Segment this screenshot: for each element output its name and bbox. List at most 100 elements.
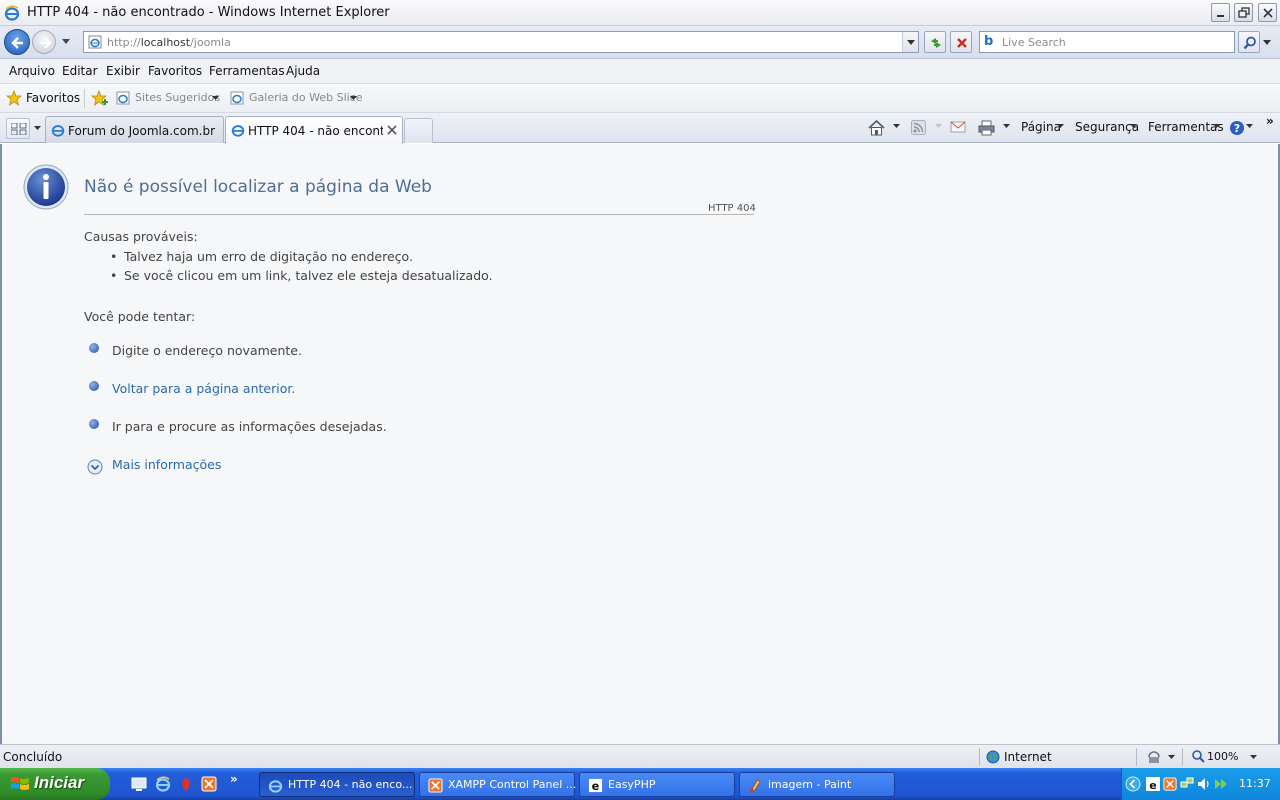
chevron-down-icon: [907, 40, 915, 45]
security-zone[interactable]: Internet: [1004, 750, 1052, 764]
close-window-button[interactable]: [1258, 3, 1277, 22]
svg-text:?: ?: [1234, 122, 1240, 135]
more-information-link[interactable]: Mais informações: [112, 457, 221, 472]
print-icon[interactable]: [978, 120, 995, 136]
star-icon[interactable]: [6, 90, 22, 106]
ie-page-icon: [230, 91, 244, 105]
menu-exibir[interactable]: Exibir: [106, 64, 140, 78]
back-button[interactable]: [4, 29, 30, 55]
task-ie-http-404[interactable]: HTTP 404 - não enco...: [259, 772, 415, 797]
command-bar-overflow-button[interactable]: »: [1266, 114, 1274, 128]
taskbar: Iniciar » HTTP 404 - não enco... XAMPP C…: [0, 768, 1280, 800]
expand-chevron-icon[interactable]: [87, 459, 103, 475]
xampp-icon[interactable]: [201, 776, 217, 792]
task-label: XAMPP Control Panel ...: [448, 778, 577, 791]
read-mail-icon[interactable]: [950, 120, 966, 134]
cause-item: Se você clicou em um link, talvez ele es…: [110, 268, 493, 283]
sites-sugeridos-link[interactable]: Sites Sugeridos: [135, 91, 220, 104]
chevron-down-icon[interactable]: [1057, 124, 1064, 129]
close-tab-icon[interactable]: [387, 125, 397, 135]
chevron-down-icon[interactable]: [1130, 124, 1137, 129]
ie-page-icon: [116, 91, 130, 105]
separator: [979, 748, 980, 766]
favorites-button[interactable]: Favoritos: [26, 91, 80, 105]
chevron-down-icon[interactable]: [1168, 755, 1175, 760]
arrow-right-icon: [40, 37, 52, 49]
tab-forum-joomla[interactable]: Forum do Joomla.com.br • P...: [45, 116, 224, 143]
favorites-bar: Favoritos Sites Sugeridos Galeria do Web…: [0, 84, 1280, 113]
chevron-down-icon[interactable]: [893, 124, 900, 129]
menu-editar[interactable]: Editar: [62, 64, 98, 78]
globe-icon: [986, 750, 1000, 764]
search-placeholder: Live Search: [1002, 36, 1066, 49]
task-easyphp[interactable]: e EasyPHP: [579, 772, 735, 797]
menu-arquivo[interactable]: Arquivo: [9, 64, 55, 78]
internet-explorer-icon: [4, 5, 20, 21]
stop-button[interactable]: [950, 31, 972, 53]
address-dropdown-button[interactable]: [902, 32, 918, 52]
restore-button[interactable]: [1234, 3, 1253, 22]
rss-feed-icon[interactable]: [911, 120, 926, 135]
network-tray-icon[interactable]: [1180, 777, 1194, 791]
search-button[interactable]: [1238, 31, 1260, 53]
address-bar[interactable]: http://localhost/joomla: [83, 31, 919, 53]
task-paint[interactable]: imagem - Paint: [739, 772, 895, 797]
chevron-down-icon[interactable]: [935, 124, 942, 129]
home-icon[interactable]: [868, 120, 885, 136]
xampp-tray-icon[interactable]: [1163, 777, 1177, 791]
go-back-link[interactable]: Voltar para a página anterior.: [112, 381, 295, 396]
chevron-down-icon[interactable]: [1213, 124, 1220, 129]
add-to-favorites-icon[interactable]: [91, 90, 109, 106]
history-dropdown-icon[interactable]: [61, 38, 71, 46]
easyphp-tray-icon[interactable]: e: [1146, 777, 1160, 791]
forward-button[interactable]: [32, 30, 56, 54]
chevron-down-icon[interactable]: [1246, 124, 1253, 129]
quick-launch-overflow[interactable]: »: [230, 772, 238, 786]
task-label: EasyPHP: [608, 778, 656, 791]
search-icon: [1243, 36, 1256, 50]
page-icon: [88, 35, 102, 49]
tray-expand-icon[interactable]: [1125, 776, 1141, 792]
try-heading: Você pode tentar:: [84, 309, 196, 324]
minimize-button[interactable]: [1211, 3, 1230, 22]
chevron-down-icon[interactable]: [1003, 124, 1010, 129]
tab-http-404[interactable]: HTTP 404 - não encontrado: [225, 116, 403, 144]
chevron-down-icon[interactable]: [1250, 755, 1257, 760]
help-icon[interactable]: ?: [1229, 120, 1245, 136]
page-menu-button[interactable]: Página: [1021, 120, 1061, 134]
arrow-left-icon: [11, 37, 23, 49]
search-options-dropdown-icon[interactable]: [1263, 40, 1271, 46]
navigation-bar: http://localhost/joomla b Live Search: [0, 26, 1280, 59]
option-go-to-home: Ir para e procure as informações desejad…: [112, 419, 387, 434]
menu-favoritos[interactable]: Favoritos: [148, 64, 202, 78]
svg-text:e: e: [1149, 779, 1156, 791]
task-label: imagem - Paint: [768, 778, 852, 791]
title-bar: HTTP 404 - não encontrado - Windows Inte…: [0, 0, 1280, 26]
zoom-icon: [1192, 750, 1205, 763]
menu-ferramentas[interactable]: Ferramentas: [209, 64, 285, 78]
show-desktop-icon[interactable]: [131, 776, 147, 792]
task-xampp[interactable]: XAMPP Control Panel ...: [419, 772, 577, 797]
windows-logo-icon: [11, 777, 29, 790]
start-button[interactable]: Iniciar: [0, 768, 110, 800]
search-box[interactable]: b Live Search: [979, 31, 1235, 53]
volume-tray-icon[interactable]: [1197, 777, 1211, 791]
protected-mode-icon[interactable]: [1146, 749, 1162, 765]
tab-list-button[interactable]: [32, 118, 44, 139]
internet-explorer-icon[interactable]: [155, 776, 171, 792]
updates-tray-icon[interactable]: [1214, 777, 1228, 791]
bullet-icon: [89, 381, 99, 391]
system-tray: e 11:37: [1121, 768, 1280, 800]
new-tab-button[interactable]: [404, 118, 433, 143]
solitaire-icon[interactable]: [178, 776, 194, 792]
menu-ajuda[interactable]: Ajuda: [286, 64, 320, 78]
refresh-button[interactable]: [924, 31, 946, 53]
quick-tabs-button[interactable]: [6, 118, 30, 139]
bullet-icon: [89, 419, 99, 429]
xampp-icon: [428, 778, 443, 793]
zoom-level[interactable]: 100%: [1207, 750, 1238, 763]
chevron-down-icon[interactable]: [350, 96, 357, 101]
galeria-web-slice-link[interactable]: Galeria do Web Slice: [249, 91, 363, 104]
internet-explorer-icon: [268, 780, 283, 793]
chevron-down-icon[interactable]: [212, 96, 219, 101]
